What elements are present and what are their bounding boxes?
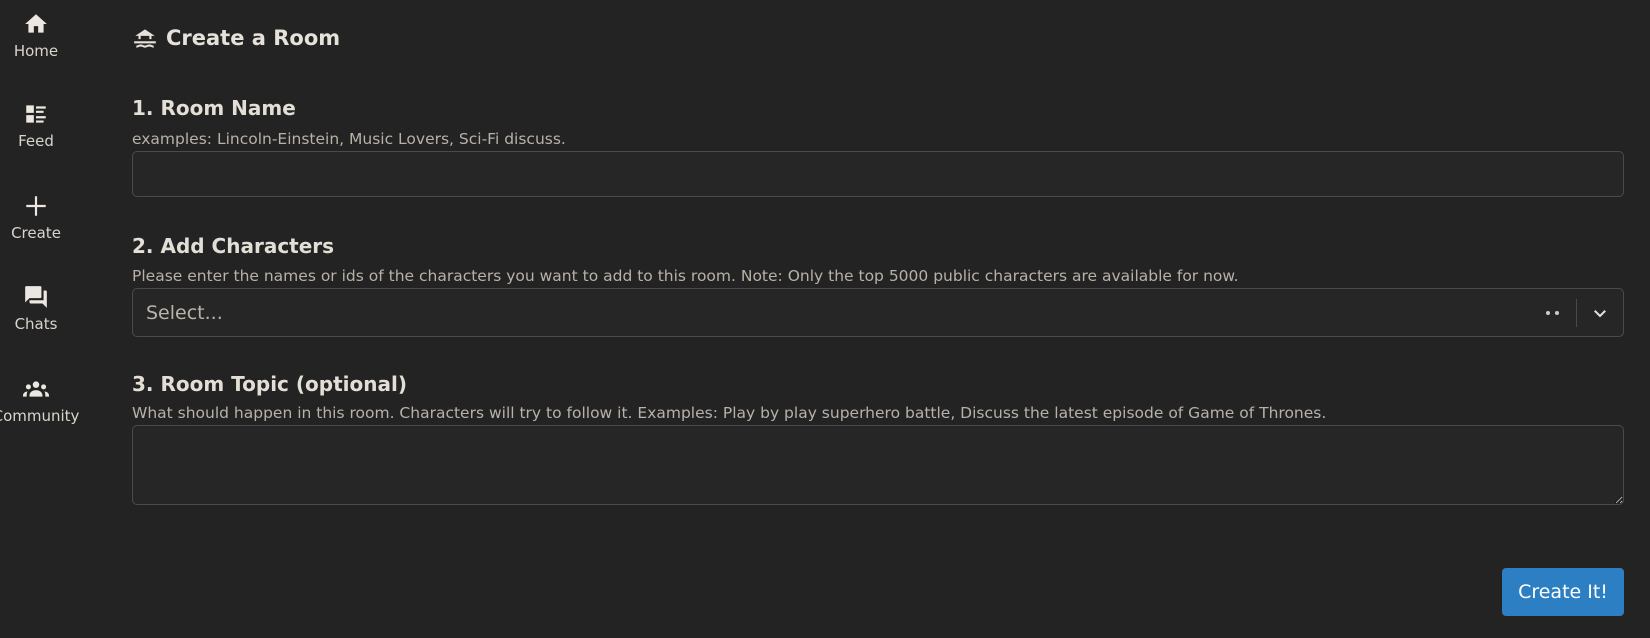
room-name-input[interactable]	[132, 151, 1624, 197]
sidebar-item-label: Home	[13, 42, 59, 60]
room-topic-title: 3. Room Topic (optional)	[132, 372, 407, 396]
feed-icon	[22, 100, 50, 128]
select-separator	[1576, 298, 1577, 327]
page-title-text: Create a Room	[166, 26, 341, 50]
sidebar-item-label: Create	[11, 224, 61, 242]
app: Home Feed Create Chats Community Create …	[0, 0, 1650, 638]
room-topic-textarea[interactable]	[132, 425, 1624, 505]
room-name-title: 1. Room Name	[132, 96, 296, 120]
room-name-hint: examples: Lincoln-Einstein, Music Lovers…	[132, 130, 566, 148]
add-characters-hint: Please enter the names or ids of the cha…	[132, 267, 1239, 285]
sidebar-item-home[interactable]: Home	[0, 10, 72, 60]
plus-icon	[22, 192, 50, 220]
sidebar-item-label: Community	[0, 407, 80, 425]
sidebar-item-create[interactable]: Create	[0, 192, 72, 242]
loading-indicator	[1532, 310, 1572, 315]
room-topic-hint: What should happen in this room. Charact…	[132, 404, 1327, 422]
sidebar: Home Feed Create Chats Community	[0, 0, 79, 638]
sidebar-item-label: Chats	[14, 315, 58, 333]
chat-bubbles-icon	[22, 283, 50, 311]
page-title: Create a Room	[132, 25, 340, 51]
sidebar-item-community[interactable]: Community	[0, 375, 79, 425]
characters-select[interactable]: Select...	[132, 288, 1624, 337]
add-characters-title: 2. Add Characters	[132, 234, 335, 258]
characters-select-placeholder: Select...	[146, 301, 223, 324]
home-icon	[22, 10, 50, 38]
room-icon	[134, 29, 156, 48]
sidebar-item-chats[interactable]: Chats	[0, 283, 72, 333]
sidebar-item-label: Feed	[18, 132, 54, 150]
sidebar-item-feed[interactable]: Feed	[0, 100, 72, 150]
create-it-button[interactable]: Create It!	[1502, 568, 1624, 616]
people-icon	[22, 375, 50, 403]
chevron-down-icon[interactable]	[1585, 298, 1615, 328]
